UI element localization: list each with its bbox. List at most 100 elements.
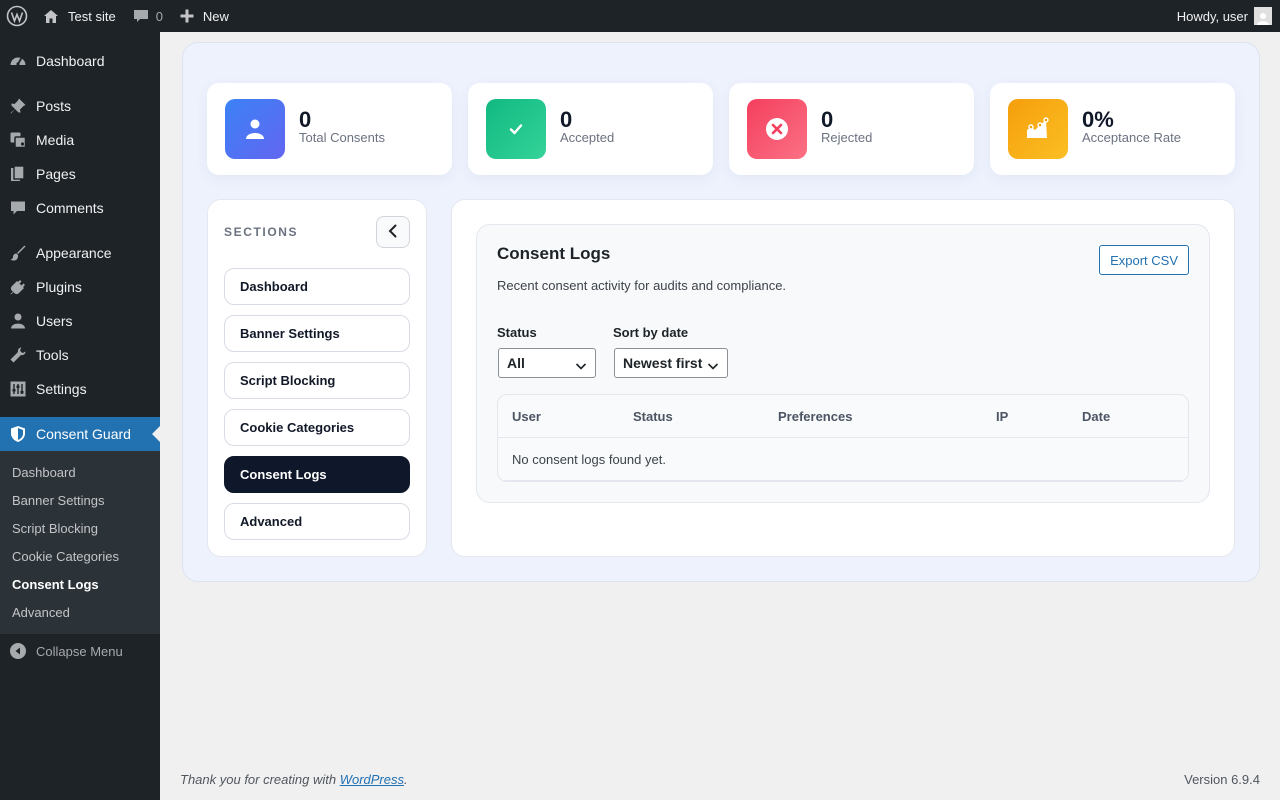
wordpress-link[interactable]: WordPress: [340, 772, 404, 787]
submenu-item-advanced[interactable]: Advanced: [0, 598, 160, 626]
sidebar-item-label: Users: [36, 313, 73, 329]
wrench-icon: [8, 345, 28, 365]
chevron-down-icon: [575, 358, 587, 374]
sidebar-item-posts[interactable]: Posts: [0, 89, 160, 123]
consent-guard-wrap: 0 Total Consents 0 Accepted 0 Rejected 0…: [182, 42, 1260, 582]
section-nav-cookie-categories[interactable]: Cookie Categories: [224, 409, 410, 446]
submenu-item-dashboard[interactable]: Dashboard: [0, 458, 160, 486]
pages-icon: [8, 164, 28, 184]
user-icon: [8, 311, 28, 331]
pin-icon: [8, 96, 28, 116]
sidebar-item-comments[interactable]: Comments: [0, 191, 160, 225]
avatar: [1254, 7, 1272, 25]
collapse-menu-button[interactable]: Collapse Menu: [0, 634, 160, 668]
section-nav-dashboard[interactable]: Dashboard: [224, 268, 410, 305]
sidebar-item-label: Appearance: [36, 245, 112, 261]
main-content: 0 Total Consents 0 Accepted 0 Rejected 0…: [160, 32, 1280, 800]
sidebar-item-label: Tools: [36, 347, 69, 363]
stat-card-accepted: 0 Accepted: [468, 83, 713, 175]
wordpress-logo-icon[interactable]: [0, 0, 34, 32]
stat-label: Acceptance Rate: [1082, 130, 1182, 145]
column-header-date: Date: [1082, 409, 1111, 424]
consent-logs-table: User Status Preferences IP Date No conse…: [497, 394, 1189, 482]
admin-footer: Thank you for creating with WordPress. V…: [180, 772, 1260, 787]
sections-collapse-button[interactable]: [376, 216, 410, 248]
sort-filter-label: Sort by date: [613, 325, 689, 340]
section-nav-consent-logs[interactable]: Consent Logs: [224, 456, 410, 493]
admin-sidebar: Dashboard Posts Media Pages Comments App…: [0, 32, 160, 800]
sidebar-item-label: Plugins: [36, 279, 82, 295]
sidebar-item-tools[interactable]: Tools: [0, 338, 160, 372]
howdy-text: Howdy, user: [1176, 8, 1248, 24]
comments-count: 0: [155, 8, 163, 24]
section-nav-script-blocking[interactable]: Script Blocking: [224, 362, 410, 399]
panel-title: Consent Logs: [497, 244, 611, 263]
sidebar-item-plugins[interactable]: Plugins: [0, 270, 160, 304]
footer-version: Version 6.9.4: [1184, 772, 1260, 787]
submenu-item-script-blocking[interactable]: Script Blocking: [0, 514, 160, 542]
sidebar-item-label: Settings: [36, 381, 87, 397]
stat-label: Rejected: [821, 130, 873, 145]
column-header-status: Status: [633, 409, 673, 424]
submenu-item-cookie-categories[interactable]: Cookie Categories: [0, 542, 160, 570]
sort-filter-select[interactable]: Newest first: [614, 348, 728, 378]
sort-filter-value: Newest first: [623, 355, 703, 371]
sidebar-item-media[interactable]: Media: [0, 123, 160, 157]
sidebar-item-pages[interactable]: Pages: [0, 157, 160, 191]
export-csv-button[interactable]: Export CSV: [1099, 245, 1189, 275]
section-nav-advanced[interactable]: Advanced: [224, 503, 410, 540]
footer-thanks: Thank you for creating with WordPress.: [180, 772, 408, 787]
panel-description: Recent consent activity for audits and c…: [497, 278, 787, 293]
sidebar-item-consent-guard[interactable]: Consent Guard: [0, 417, 160, 451]
column-header-ip: IP: [996, 409, 1009, 424]
stat-card-rejected: 0 Rejected: [729, 83, 974, 175]
sidebar-item-users[interactable]: Users: [0, 304, 160, 338]
my-account-link[interactable]: Howdy, user: [1169, 0, 1280, 32]
brush-icon: [8, 243, 28, 263]
status-filter-value: All: [507, 355, 525, 371]
dashboard-icon: [8, 51, 28, 71]
stat-label: Accepted: [560, 130, 615, 145]
sections-nav: SECTIONS Dashboard Banner Settings Scrip…: [207, 199, 427, 557]
sidebar-item-dashboard[interactable]: Dashboard: [0, 44, 160, 78]
consent-guard-submenu: Dashboard Banner Settings Script Blockin…: [0, 451, 160, 634]
chart-icon: [1008, 99, 1068, 159]
sidebar-item-label: Posts: [36, 98, 72, 114]
chevron-down-icon: [707, 358, 719, 374]
sidebar-item-label: Media: [36, 132, 75, 148]
new-content-link[interactable]: New: [171, 0, 237, 32]
submenu-item-consent-logs[interactable]: Consent Logs: [0, 570, 160, 598]
sidebar-item-label: Comments: [36, 200, 104, 216]
sidebar-item-label: Consent Guard: [36, 426, 131, 442]
comments-link[interactable]: 0: [124, 0, 171, 32]
chevron-left-icon: [387, 224, 399, 241]
status-filter-select[interactable]: All: [498, 348, 596, 378]
table-divider: [498, 480, 1188, 481]
home-icon: [42, 7, 60, 25]
x-circle-icon: [747, 99, 807, 159]
site-name-link[interactable]: Test site: [34, 0, 124, 32]
shield-icon: [8, 424, 28, 444]
collapse-arrow-icon: [10, 643, 26, 659]
sections-title: SECTIONS: [224, 225, 299, 239]
plug-icon: [8, 277, 28, 297]
sidebar-item-label: Pages: [36, 166, 76, 182]
consent-logs-panel: Consent Logs Recent consent activity for…: [451, 199, 1235, 557]
admin-bar: Test site 0 New Howdy, user: [0, 0, 1280, 32]
sidebar-item-appearance[interactable]: Appearance: [0, 236, 160, 270]
stat-card-total-consents: 0 Total Consents: [207, 83, 452, 175]
stat-card-acceptance-rate: 0% Acceptance Rate: [990, 83, 1235, 175]
collapse-menu-label: Collapse Menu: [36, 643, 123, 659]
stat-label: Total Consents: [299, 130, 385, 145]
sidebar-item-label: Dashboard: [36, 53, 105, 69]
footer-thanks-suffix: .: [404, 772, 408, 787]
check-icon: [486, 99, 546, 159]
column-header-user: User: [512, 409, 541, 424]
footer-thanks-prefix: Thank you for creating with: [180, 772, 340, 787]
empty-table-message: No consent logs found yet.: [512, 452, 666, 467]
submenu-item-banner-settings[interactable]: Banner Settings: [0, 486, 160, 514]
section-nav-banner-settings[interactable]: Banner Settings: [224, 315, 410, 352]
comment-icon: [8, 198, 28, 218]
consent-logs-card: Consent Logs Recent consent activity for…: [476, 224, 1210, 503]
sidebar-item-settings[interactable]: Settings: [0, 372, 160, 406]
